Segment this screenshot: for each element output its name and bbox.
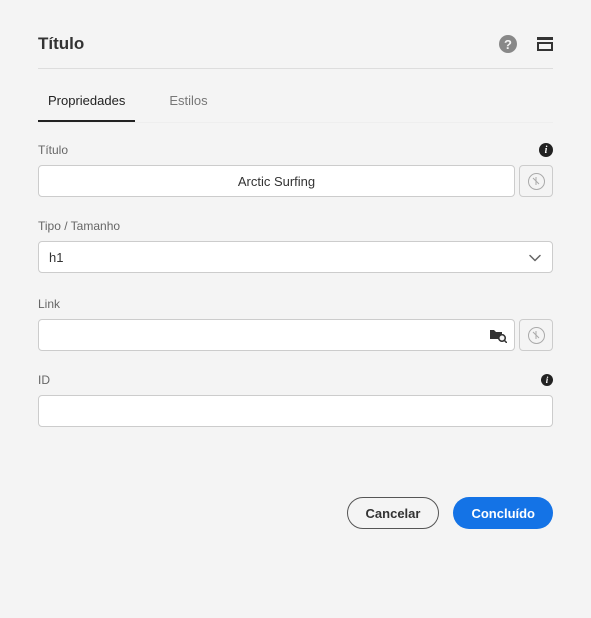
field-header: Título i <box>38 143 553 157</box>
button-label: Cancelar <box>366 506 421 521</box>
dialog-footer: Cancelar Concluído <box>38 449 553 559</box>
field-title: Título i <box>38 143 553 197</box>
field-label: Título <box>38 143 68 157</box>
help-icon[interactable]: ? <box>499 35 517 53</box>
info-icon[interactable]: i <box>539 143 553 157</box>
title-input[interactable] <box>38 165 515 197</box>
tab-properties[interactable]: Propriedades <box>38 93 135 122</box>
info-icon[interactable]: i <box>541 374 553 386</box>
tab-label: Estilos <box>169 93 207 108</box>
field-row <box>38 165 553 197</box>
path-browser-icon[interactable] <box>489 327 507 343</box>
field-header: ID i <box>38 373 553 387</box>
dialog: Título ? Propriedades Estilos Título i <box>0 0 591 559</box>
select-value: h1 <box>49 250 63 265</box>
type-select[interactable]: h1 <box>38 241 553 273</box>
field-row <box>38 395 553 427</box>
field-id: ID i <box>38 373 553 427</box>
dialog-header: Título ? <box>38 0 553 69</box>
field-label: Tipo / Tamanho <box>38 219 120 233</box>
tab-styles[interactable]: Estilos <box>159 93 207 122</box>
field-type: Tipo / Tamanho h1 <box>38 219 553 275</box>
done-button[interactable]: Concluído <box>453 497 553 529</box>
select-wrap: h1 <box>38 241 553 275</box>
data-picker-icon <box>528 327 545 344</box>
data-picker-button[interactable] <box>519 165 553 197</box>
field-row <box>38 319 553 351</box>
field-link: Link <box>38 297 553 351</box>
field-header: Link <box>38 297 553 311</box>
cancel-button[interactable]: Cancelar <box>347 497 440 529</box>
header-icons: ? <box>499 35 553 53</box>
tabs: Propriedades Estilos <box>38 69 553 123</box>
data-picker-button[interactable] <box>519 319 553 351</box>
form: Título i Tipo / Tamanho h1 <box>38 123 553 427</box>
dialog-title: Título <box>38 34 84 54</box>
field-header: Tipo / Tamanho <box>38 219 553 233</box>
link-input-wrap <box>38 319 515 351</box>
tab-label: Propriedades <box>48 93 125 108</box>
link-input[interactable] <box>38 319 515 351</box>
data-picker-icon <box>528 173 545 190</box>
fullscreen-icon[interactable] <box>537 37 553 51</box>
button-label: Concluído <box>471 506 535 521</box>
id-input[interactable] <box>38 395 553 427</box>
field-label: ID <box>38 373 50 387</box>
field-label: Link <box>38 297 60 311</box>
